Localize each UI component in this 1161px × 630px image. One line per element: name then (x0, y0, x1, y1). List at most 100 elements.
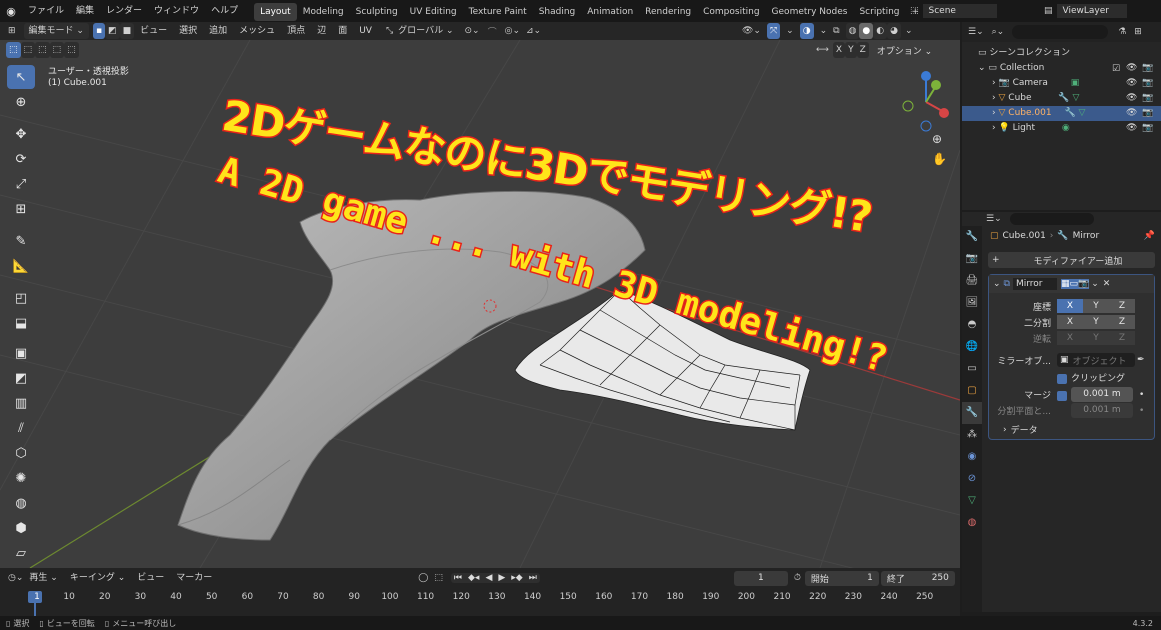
menu-file[interactable]: ファイル (22, 0, 70, 22)
jump-end-icon[interactable]: ⏭ (526, 573, 540, 583)
select-box-button[interactable]: ⬚ (6, 42, 21, 58)
collection-visibility-icon[interactable]: 👁 (1126, 61, 1137, 76)
viewport-toggle-icon[interactable]: ▭ (1069, 279, 1079, 289)
modifier-tab-icon[interactable]: 🔧 (962, 402, 982, 424)
snap-icon[interactable]: ⌒ (488, 25, 497, 38)
xray-toggle-icon[interactable]: ⧉ (833, 26, 839, 36)
menu-timeline-view[interactable]: ビュー (131, 567, 170, 589)
eyedropper-icon[interactable]: ✒ (1137, 355, 1145, 365)
material-shading-button[interactable]: ◐ (873, 23, 888, 39)
menu-render[interactable]: レンダー (100, 0, 148, 22)
next-keyframe-icon[interactable]: ▸◆ (508, 573, 525, 583)
constraints-tab-icon[interactable]: ⊘ (962, 468, 982, 490)
menu-select[interactable]: 選択 (173, 22, 203, 40)
transform-tool-icon[interactable]: ⊞ (7, 197, 35, 221)
proportional-icon[interactable]: ◎⌄ (505, 26, 520, 36)
cube001-visibility-icon[interactable]: 👁 (1126, 106, 1137, 121)
cube-visibility-icon[interactable]: 👁 (1126, 91, 1137, 106)
menu-edge[interactable]: 辺 (311, 22, 332, 40)
properties-search-input[interactable] (1009, 213, 1094, 225)
output-tab-icon[interactable]: 🖨 (962, 270, 982, 292)
keying-set-icon[interactable]: ⬚ (434, 573, 443, 583)
spin-tool-icon[interactable]: ✺ (7, 466, 35, 490)
tab-texture-paint[interactable]: Texture Paint (463, 3, 533, 21)
outliner-search-input[interactable] (1012, 25, 1109, 39)
expand-icon[interactable]: › (992, 93, 996, 103)
cube-render-icon[interactable]: 📷 (1142, 91, 1153, 106)
outliner-editor-icon[interactable]: ☰⌄ (968, 27, 984, 37)
pivot-icon[interactable]: ⊙⌄ (465, 26, 480, 36)
knife-tool-icon[interactable]: ⫽ (7, 416, 35, 440)
tab-modeling[interactable]: Modeling (297, 3, 350, 21)
light-render-icon[interactable]: 📷 (1142, 121, 1153, 136)
expand-icon[interactable]: › (992, 123, 996, 133)
data-subpanel-header[interactable]: › データ (1003, 423, 1038, 437)
start-frame-field[interactable]: 開始 1 (804, 570, 879, 586)
loop-cut-tool-icon[interactable]: ▥ (7, 391, 35, 415)
tab-scripting[interactable]: Scripting (853, 3, 905, 21)
mirror-object-field[interactable]: ▣ オブジェクト (1057, 353, 1135, 367)
menu-mesh[interactable]: メッシュ (233, 22, 281, 40)
jump-start-icon[interactable]: ⏮ (451, 573, 465, 583)
gizmo-toggle[interactable]: ⤧ (766, 23, 781, 39)
menu-marker[interactable]: マーカー (170, 567, 218, 589)
annotate-tool-icon[interactable]: ✎ (7, 229, 35, 253)
options-dropdown[interactable]: オプション ⌄ (877, 44, 932, 57)
expand-icon[interactable]: › (992, 108, 996, 118)
tab-animation[interactable]: Animation (581, 3, 639, 21)
edge-select-button[interactable]: ◩ (105, 23, 120, 39)
collapse-icon[interactable]: ⌄ (993, 279, 1001, 289)
bisect-distance-field[interactable]: 0.001 m (1071, 403, 1133, 418)
merge-distance-field[interactable]: 0.001 m (1071, 387, 1133, 402)
menu-add[interactable]: 追加 (203, 22, 233, 40)
shading-dropdown-icon[interactable]: ⌄ (905, 26, 913, 36)
navigation-gizmo[interactable] (896, 68, 956, 134)
select-extend-button[interactable]: ⬚ (20, 42, 36, 58)
cube001-render-icon[interactable]: 📷 (1142, 106, 1153, 121)
select-subtract-button[interactable]: ⬚ (35, 42, 50, 58)
transform-orientation-dropdown[interactable]: グローバル ⌄ (393, 23, 458, 39)
menu-edit[interactable]: 編集 (70, 0, 100, 22)
tab-shading[interactable]: Shading (533, 3, 582, 21)
overlay-toggle[interactable]: ◑ (799, 23, 814, 39)
flip-axis-x[interactable]: X (1057, 331, 1083, 345)
zoom-icon[interactable]: ⊕ (932, 132, 942, 146)
prev-keyframe-icon[interactable]: ◆◂ (465, 573, 482, 583)
inset-tool-icon[interactable]: ▣ (7, 341, 35, 365)
autokey-record-icon[interactable]: ◯ (418, 573, 428, 583)
add-modifier-button[interactable]: + モディファイアー追加 (988, 252, 1155, 268)
vertex-select-button[interactable]: ▪ (92, 23, 106, 39)
modifier-name-field[interactable]: Mirror (1012, 278, 1057, 290)
view-layer-selector[interactable]: ▤ ViewLayer (1044, 2, 1127, 20)
collection-render-icon[interactable]: 📷 (1142, 61, 1153, 76)
extrude-tool-icon[interactable]: ⬓ (7, 311, 35, 335)
outliner-filter-icon[interactable]: ⚗ (1118, 27, 1126, 37)
menu-help[interactable]: ヘルプ (205, 0, 244, 22)
physics-tab-icon[interactable]: ◉ (962, 446, 982, 468)
move-tool-icon[interactable]: ✥ (7, 122, 35, 146)
collection-checkbox[interactable]: ☑ (1112, 62, 1120, 77)
xray-mirror-icon[interactable]: ⊿⌄ (526, 26, 541, 36)
keyframe-dot-icon[interactable]: • (1139, 390, 1144, 400)
keyframe-dot-icon[interactable]: • (1139, 406, 1144, 416)
rendered-shading-button[interactable]: ◕ (887, 23, 901, 39)
tab-rendering[interactable]: Rendering (639, 3, 697, 21)
menu-vertex[interactable]: 頂点 (281, 22, 311, 40)
3d-viewport[interactable]: ユーザー・透視投影 (1) Cube.001 ⊕ ✋ (0, 40, 960, 568)
pan-hand-icon[interactable]: ✋ (932, 152, 947, 166)
tab-layout[interactable]: Layout (254, 3, 297, 21)
object-tab-icon[interactable]: ▢ (962, 380, 982, 402)
axis-x-button[interactable]: X (832, 42, 846, 58)
tab-geometry-nodes[interactable]: Geometry Nodes (766, 3, 854, 21)
shear-tool-icon[interactable]: ▱ (7, 541, 35, 565)
rotate-tool-icon[interactable]: ⟳ (7, 147, 35, 171)
select-tool-icon[interactable]: ↖ (7, 65, 35, 89)
shrink-tool-icon[interactable]: ⬢ (7, 516, 35, 540)
expand-icon[interactable]: › (992, 78, 996, 88)
camera-render-icon[interactable]: 📷 (1142, 76, 1153, 91)
material-tab-icon[interactable]: ◍ (962, 512, 982, 534)
scene-selector[interactable]: ⬚ Scene (910, 2, 997, 20)
poly-build-tool-icon[interactable]: ⬡ (7, 441, 35, 465)
menu-window[interactable]: ウィンドウ (148, 0, 205, 22)
camera-visibility-icon[interactable]: 👁 (1126, 76, 1137, 91)
